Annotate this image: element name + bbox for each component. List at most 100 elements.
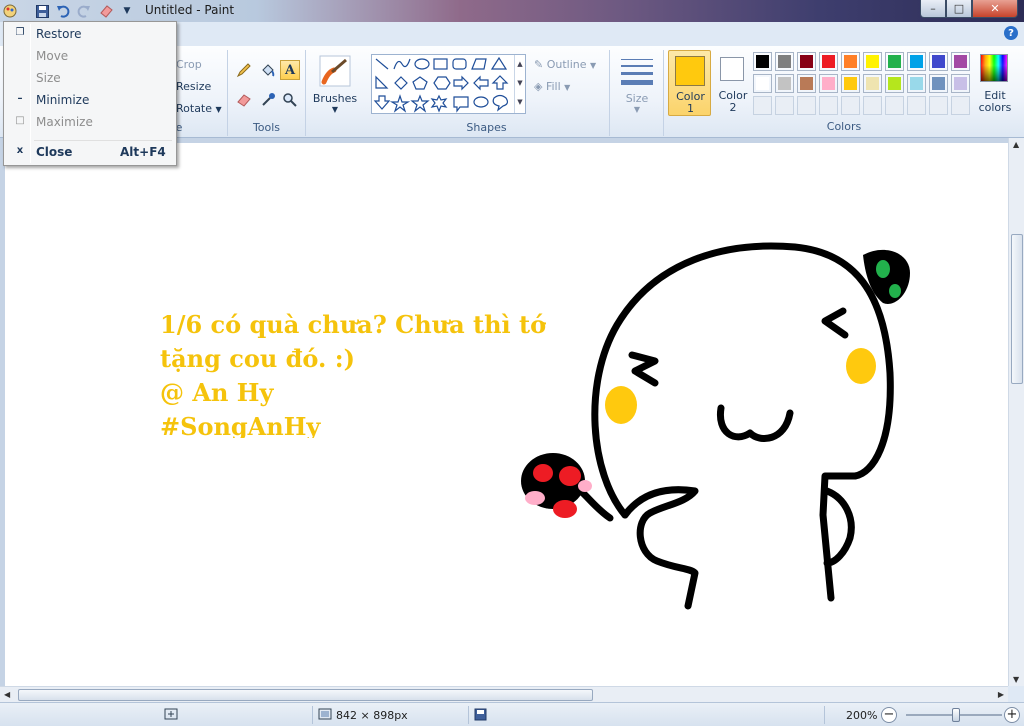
fill-dropdown-icon: ▼ bbox=[564, 83, 571, 92]
minimize-button[interactable]: – bbox=[920, 0, 946, 18]
menu-item-restore[interactable]: ❐ Restore bbox=[6, 24, 174, 46]
scroll-left-arrow-icon[interactable]: ◀ bbox=[4, 690, 10, 699]
cursor-position-icon bbox=[164, 708, 178, 723]
color1-number: 1 bbox=[687, 102, 694, 115]
palette-swatch[interactable] bbox=[753, 52, 772, 71]
palette-swatch[interactable] bbox=[929, 52, 948, 71]
close-button[interactable]: ✕ bbox=[972, 0, 1018, 18]
fill-button[interactable]: ◈ Fill ▼ bbox=[534, 80, 570, 93]
outline-button[interactable]: ✎ Outline ▼ bbox=[534, 58, 596, 71]
redo-icon[interactable] bbox=[76, 3, 92, 19]
menu-item-move[interactable]: Move bbox=[6, 46, 174, 68]
zoom-slider-thumb[interactable] bbox=[952, 708, 960, 722]
fill-bucket-icon[interactable] bbox=[258, 60, 278, 80]
menu-item-close[interactable]: x Close Alt+F4 bbox=[6, 142, 174, 164]
palette-swatch[interactable] bbox=[797, 96, 816, 115]
help-icon[interactable]: ? bbox=[1004, 26, 1018, 40]
palette-swatch[interactable] bbox=[951, 74, 970, 93]
customize-dropdown-icon[interactable]: ▼ bbox=[119, 3, 135, 19]
image-size-icon bbox=[318, 708, 332, 723]
palette-swatch[interactable] bbox=[951, 96, 970, 115]
palette-swatch[interactable] bbox=[797, 52, 816, 71]
brushes-icon[interactable] bbox=[318, 54, 352, 91]
palette-swatch[interactable] bbox=[775, 52, 794, 71]
menu-item-label: Move bbox=[36, 49, 69, 63]
status-separator bbox=[824, 706, 825, 724]
palette-swatch[interactable] bbox=[775, 96, 794, 115]
palette-swatch-color bbox=[844, 77, 857, 90]
palette-swatch[interactable] bbox=[863, 96, 882, 115]
pencil-icon[interactable] bbox=[234, 60, 254, 80]
shapes-gallery-scroller[interactable]: ▲ ▼ ▼ bbox=[514, 55, 525, 113]
palette-swatch[interactable] bbox=[929, 74, 948, 93]
palette-swatch-color bbox=[954, 55, 967, 68]
menu-item-minimize[interactable]: – Minimize bbox=[6, 90, 174, 112]
size-lines-icon[interactable] bbox=[620, 56, 654, 89]
drawing-canvas[interactable]: 1/6 có quà chưa? Chưa thì tớ tặng cou đó… bbox=[5, 143, 1008, 686]
undo-icon[interactable] bbox=[55, 3, 71, 19]
status-separator bbox=[468, 706, 469, 724]
palette-swatch[interactable] bbox=[929, 96, 948, 115]
rotate-button[interactable]: Rotate ▼ bbox=[176, 102, 222, 115]
palette-swatch[interactable] bbox=[797, 74, 816, 93]
palette-swatch[interactable] bbox=[775, 74, 794, 93]
menu-item-label: Restore bbox=[36, 27, 82, 41]
zoom-in-icon[interactable]: + bbox=[1004, 707, 1020, 723]
horizontal-scrollbar[interactable]: ◀ ▶ bbox=[0, 686, 1008, 702]
palette-swatch[interactable] bbox=[907, 96, 926, 115]
color1-button[interactable]: Color 1 bbox=[668, 50, 711, 116]
color-picker-icon[interactable] bbox=[258, 90, 278, 110]
eraser-icon[interactable] bbox=[98, 3, 114, 19]
palette-swatch-color bbox=[932, 55, 945, 68]
paint-menu-icon[interactable] bbox=[2, 3, 18, 19]
eraser-tool-icon[interactable] bbox=[234, 90, 254, 110]
horizontal-scroll-thumb[interactable] bbox=[18, 689, 593, 701]
scroll-up-arrow-icon[interactable]: ▲ bbox=[1013, 140, 1019, 149]
size-label[interactable]: Size bbox=[610, 92, 664, 105]
outline-icon: ✎ bbox=[534, 58, 544, 71]
menu-item-label: Size bbox=[36, 71, 61, 85]
brushes-dropdown-icon[interactable]: ▼ bbox=[306, 105, 364, 114]
palette-swatch[interactable] bbox=[819, 96, 838, 115]
palette-swatch[interactable] bbox=[885, 74, 904, 93]
scroll-right-arrow-icon[interactable]: ▶ bbox=[998, 690, 1004, 699]
palette-swatch-color bbox=[778, 77, 791, 90]
magnifier-icon[interactable] bbox=[280, 90, 300, 110]
vertical-scrollbar[interactable]: ▲ ▼ bbox=[1008, 138, 1024, 686]
palette-swatch[interactable] bbox=[885, 96, 904, 115]
palette-swatch-color bbox=[756, 77, 769, 90]
palette-swatch[interactable] bbox=[863, 74, 882, 93]
close-icon: x bbox=[16, 145, 24, 156]
brushes-label[interactable]: Brushes bbox=[306, 92, 364, 105]
color1-swatch bbox=[675, 56, 705, 86]
palette-swatch[interactable] bbox=[907, 52, 926, 71]
palette-swatch[interactable] bbox=[951, 52, 970, 71]
menu-item-size[interactable]: Size bbox=[6, 68, 174, 90]
palette-swatch[interactable] bbox=[841, 96, 860, 115]
palette-swatch-color bbox=[888, 77, 901, 90]
palette-swatch[interactable] bbox=[819, 74, 838, 93]
scroll-down-arrow-icon[interactable]: ▼ bbox=[1013, 675, 1019, 684]
palette-swatch[interactable] bbox=[841, 52, 860, 71]
zoom-out-icon[interactable]: − bbox=[881, 707, 897, 723]
save-icon[interactable] bbox=[34, 3, 50, 19]
palette-swatch-color bbox=[910, 77, 923, 90]
palette-swatch[interactable] bbox=[863, 52, 882, 71]
palette-swatch[interactable] bbox=[753, 74, 772, 93]
vertical-scroll-thumb[interactable] bbox=[1011, 234, 1023, 384]
edit-colors-label-2: colors bbox=[978, 101, 1012, 114]
palette-swatch[interactable] bbox=[753, 96, 772, 115]
resize-button[interactable]: Resize bbox=[176, 80, 211, 93]
palette-swatch[interactable] bbox=[885, 52, 904, 71]
edit-colors-button[interactable]: Edit colors bbox=[976, 50, 1014, 116]
menu-item-maximize[interactable]: □ Maximize bbox=[6, 112, 174, 134]
shapes-group-label: Shapes bbox=[466, 121, 507, 134]
palette-swatch[interactable] bbox=[907, 74, 926, 93]
text-tool-icon[interactable]: A bbox=[280, 60, 300, 80]
size-dropdown-icon[interactable]: ▼ bbox=[610, 105, 664, 114]
color2-button[interactable]: Color 2 bbox=[713, 50, 753, 116]
crop-button[interactable]: Crop bbox=[176, 58, 202, 71]
palette-swatch[interactable] bbox=[841, 74, 860, 93]
maximize-button[interactable]: □ bbox=[946, 0, 972, 18]
palette-swatch[interactable] bbox=[819, 52, 838, 71]
